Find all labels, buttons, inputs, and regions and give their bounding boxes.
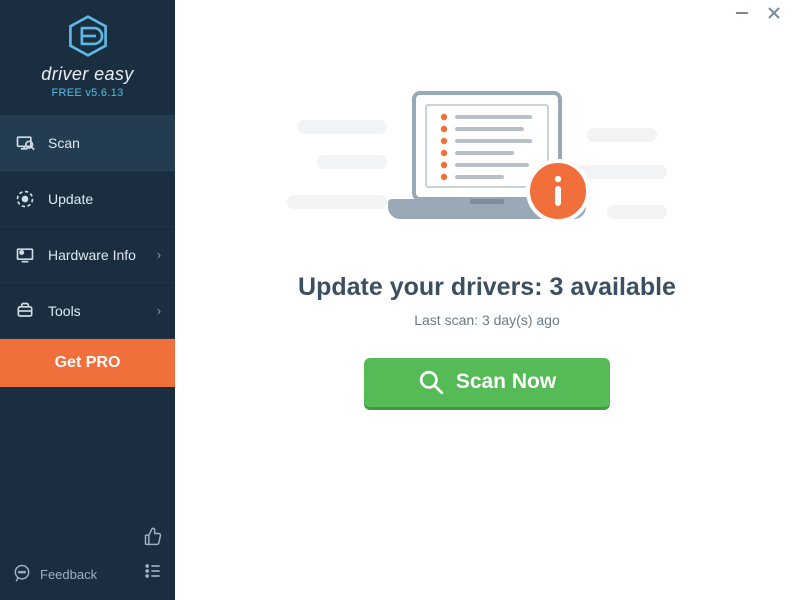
headline: Update your drivers: 3 available (298, 273, 676, 302)
main-content: Update your drivers: 3 available Last sc… (175, 0, 799, 600)
sidebar-item-scan[interactable]: Scan (0, 115, 175, 171)
get-pro-label: Get PRO (55, 354, 121, 372)
scan-now-button[interactable]: Scan Now (364, 358, 610, 410)
nav: Scan Update (0, 115, 175, 516)
sidebar-item-update[interactable]: Update (0, 171, 175, 227)
scan-now-label: Scan Now (456, 370, 556, 394)
list-icon[interactable] (143, 561, 163, 586)
logo-block: driver easy FREE v5.6.13 (0, 0, 175, 109)
close-button[interactable] (767, 6, 781, 24)
feedback-label: Feedback (40, 567, 97, 582)
brand-name: driver easy (0, 64, 175, 85)
tools-icon (14, 300, 36, 322)
scan-icon (14, 132, 36, 154)
feedback-icon (12, 563, 32, 586)
chevron-right-icon: › (157, 248, 161, 262)
search-icon (418, 369, 444, 395)
nav-label: Hardware Info (48, 247, 136, 263)
app-logo-icon (66, 14, 110, 58)
chevron-right-icon: › (157, 304, 161, 318)
nav-label: Scan (48, 135, 80, 151)
hardware-icon (14, 244, 36, 266)
sidebar-item-tools[interactable]: Tools › (0, 283, 175, 339)
brand-version: FREE v5.6.13 (0, 87, 175, 99)
minimize-button[interactable] (735, 6, 749, 24)
feedback-button[interactable]: Feedback (12, 563, 97, 586)
nav-label: Tools (48, 303, 81, 319)
update-icon (14, 188, 36, 210)
get-pro-button[interactable]: Get PRO (0, 339, 175, 387)
nav-label: Update (48, 191, 93, 207)
sidebar-item-hardware[interactable]: Hardware Info › (0, 227, 175, 283)
sidebar: driver easy FREE v5.6.13 Scan (0, 0, 175, 600)
thumbs-up-icon[interactable] (143, 526, 163, 551)
last-scan-text: Last scan: 3 day(s) ago (414, 312, 560, 328)
laptop-illustration (362, 81, 612, 251)
